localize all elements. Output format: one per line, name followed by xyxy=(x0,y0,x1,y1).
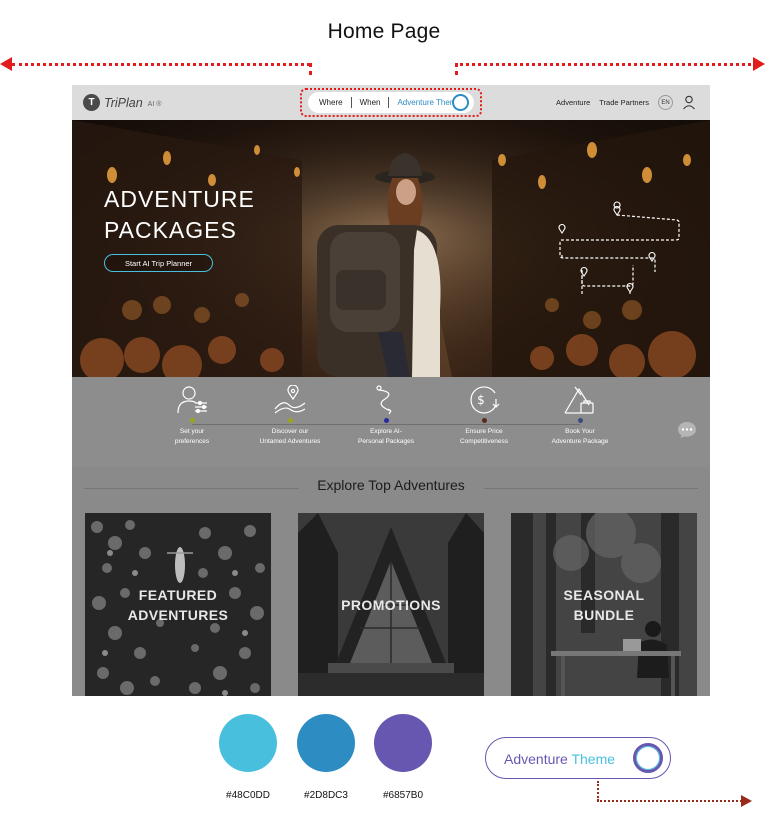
step-book-package[interactable]: Book Your Adventure Package xyxy=(535,385,625,447)
step-label-line: Untamed Adventures xyxy=(259,438,321,445)
route-map-icon xyxy=(558,201,680,295)
step-label-line: Explore AI- xyxy=(370,428,402,435)
hero-banner: ADVENTURE PACKAGES Start AI Trip Planner xyxy=(72,120,710,377)
home-page-mockup: T TriPlan AI ® Where When Adventure Them… xyxy=(72,85,710,696)
explore-section: Explore Top Adventures FEATURED ADVENTUR… xyxy=(72,467,710,696)
logo-mark-icon: T xyxy=(83,94,100,111)
explore-title: Explore Top Adventures xyxy=(317,477,465,493)
card-label: FEATURED ADVENTURES xyxy=(85,585,271,625)
step-dot xyxy=(189,418,195,423)
card-label: PROMOTIONS xyxy=(298,595,484,615)
swatch-cyan xyxy=(219,714,277,772)
swatch-label-cyan: #48C0DD xyxy=(226,790,270,801)
card-label: SEASONAL BUNDLE xyxy=(511,585,697,625)
search-when[interactable]: When xyxy=(360,98,381,107)
nav-link-adventure[interactable]: Adventure xyxy=(556,98,590,107)
card-label-line: BUNDLE xyxy=(573,607,635,623)
swatch-purple xyxy=(374,714,432,772)
card-seasonal-bundle[interactable]: SEASONAL BUNDLE xyxy=(511,513,697,696)
how-it-works-steps: Set your preferences Discover our Untame… xyxy=(72,377,710,467)
theme-word-1: Adventure xyxy=(504,751,568,767)
card-label-line: PROMOTIONS xyxy=(341,597,441,613)
step-label: Explore AI- Personal Packages xyxy=(341,427,431,447)
step-ensure-price[interactable]: $ Ensure Price Competitiveness xyxy=(439,385,529,447)
nav-links: Adventure Trade Partners EN xyxy=(556,95,696,110)
search-divider xyxy=(350,97,352,108)
step-label-line: Set your xyxy=(179,428,205,435)
hero-title-line-1: ADVENTURE xyxy=(104,186,255,212)
card-label-line: SEASONAL xyxy=(563,587,645,603)
map-pin-path-icon xyxy=(274,385,306,414)
top-nav: T TriPlan AI ® Where When Adventure Them… xyxy=(72,85,710,120)
step-label-line: Discover our xyxy=(271,428,309,435)
step-label-line: Ensure Price xyxy=(465,428,503,435)
step-dot xyxy=(577,418,583,423)
theme-toggle-label: Adventure Theme xyxy=(504,751,615,767)
swatch-blue xyxy=(297,714,355,772)
step-dot xyxy=(287,418,293,423)
card-label-line: ADVENTURES xyxy=(127,607,229,623)
route-icon xyxy=(376,385,392,415)
step-dot xyxy=(481,418,487,423)
step-label: Ensure Price Competitiveness xyxy=(439,427,529,447)
brand-suffix: AI ® xyxy=(147,100,162,108)
step-label: Set your preferences xyxy=(147,427,237,447)
adventure-theme-toggle[interactable]: Adventure Theme xyxy=(485,737,671,779)
brand-logo[interactable]: T TriPlan AI ® xyxy=(83,94,161,111)
toggle-knob-icon[interactable] xyxy=(633,743,663,773)
card-promotions[interactable]: PROMOTIONS xyxy=(298,513,484,696)
step-label-line: Competitiveness xyxy=(459,438,509,445)
user-icon[interactable] xyxy=(682,95,696,110)
nav-link-trade-partners[interactable]: Trade Partners xyxy=(599,98,649,107)
brand-name: TriPlan xyxy=(104,95,143,110)
svg-text:$: $ xyxy=(477,393,485,407)
hero-title: ADVENTURE PACKAGES xyxy=(104,184,255,246)
hero-title-line-2: PACKAGES xyxy=(104,217,237,243)
step-label-line: Adventure Package xyxy=(551,438,609,445)
theme-toggle-knob-icon[interactable] xyxy=(452,94,469,111)
chat-bubble-icon[interactable] xyxy=(677,421,697,439)
start-trip-planner-button[interactable]: Start AI Trip Planner xyxy=(104,254,213,272)
step-dot xyxy=(383,418,389,423)
step-discover-adventures[interactable]: Discover our Untamed Adventures xyxy=(245,385,335,447)
step-label: Book Your Adventure Package xyxy=(535,427,625,447)
person-sliders-icon xyxy=(177,386,207,414)
card-label-line: FEATURED xyxy=(138,587,218,603)
tent-icon xyxy=(564,386,594,414)
step-explore-ai-packages[interactable]: Explore AI- Personal Packages xyxy=(341,385,431,447)
language-selector[interactable]: EN xyxy=(658,95,673,110)
swatch-label-purple: #6857B0 xyxy=(382,790,424,801)
step-label-line: Personal Packages xyxy=(357,438,414,445)
step-label-line: Book Your xyxy=(565,428,595,435)
search-divider xyxy=(388,97,390,108)
page-title: Home Page xyxy=(327,20,441,43)
theme-word-2: Theme xyxy=(571,751,616,767)
search-where[interactable]: Where xyxy=(319,98,343,107)
step-label-line: preferences xyxy=(174,438,210,445)
step-set-preferences[interactable]: Set your preferences xyxy=(147,385,237,447)
dollar-coin-icon: $ xyxy=(470,386,500,414)
search-bar[interactable]: Where When Adventure Theme xyxy=(308,92,474,113)
swatch-label-blue: #2D8DC3 xyxy=(304,790,348,801)
divider xyxy=(484,488,698,489)
card-featured-adventures[interactable]: FEATURED ADVENTURES xyxy=(85,513,271,696)
step-label: Discover our Untamed Adventures xyxy=(245,427,335,447)
